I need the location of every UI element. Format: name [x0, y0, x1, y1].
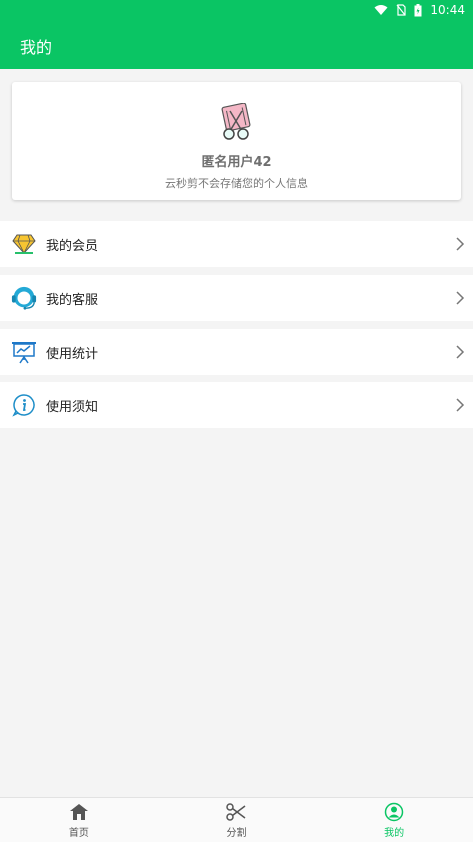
- bottom-nav: 首页 分割 我的: [0, 797, 473, 842]
- status-time: 10:44: [430, 3, 465, 17]
- chevron-right-icon: [456, 237, 465, 251]
- menu-label: 使用须知: [46, 399, 99, 415]
- nav-label: 首页: [68, 827, 89, 839]
- menu-item-usage-stats[interactable]: 使用统计: [0, 329, 473, 375]
- chevron-right-icon: [456, 398, 465, 412]
- chart-board-icon: [11, 339, 37, 365]
- menu-item-customer-service[interactable]: 我的客服: [0, 275, 473, 321]
- menu-label: 我的会员: [46, 238, 99, 254]
- nav-label: 分割: [226, 827, 247, 839]
- privacy-hint: 云秒剪不会存储您的个人信息: [165, 177, 308, 190]
- chevron-right-icon: [456, 291, 465, 305]
- home-icon: [69, 803, 88, 820]
- wifi-icon: [374, 5, 388, 15]
- nav-label: 我的: [384, 827, 405, 839]
- battery-icon: [414, 3, 422, 16]
- profile-card[interactable]: 匿名用户42 云秒剪不会存储您的个人信息: [12, 82, 461, 200]
- no-sim-icon: [396, 4, 407, 16]
- menu-label: 我的客服: [46, 292, 99, 308]
- menu-item-usage-notice[interactable]: 使用须知: [0, 382, 473, 428]
- username: 匿名用户42: [201, 155, 272, 170]
- scissors-film-icon: [221, 103, 250, 140]
- menu-label: 使用统计: [46, 346, 99, 362]
- page-title: 我的: [20, 38, 53, 57]
- status-bar: 10:44: [0, 0, 473, 20]
- app-bar: 10:44 我的: [0, 0, 473, 69]
- info-icon: [11, 392, 37, 418]
- user-icon: [384, 802, 404, 821]
- diamond-icon: [11, 231, 37, 257]
- chevron-right-icon: [456, 345, 465, 359]
- menu-item-membership[interactable]: 我的会员: [0, 221, 473, 267]
- scissors-icon: [226, 802, 246, 821]
- nav-mine[interactable]: 我的: [354, 802, 434, 839]
- customer-service-icon: [11, 285, 37, 311]
- nav-split[interactable]: 分割: [196, 802, 276, 839]
- nav-home[interactable]: 首页: [39, 802, 119, 839]
